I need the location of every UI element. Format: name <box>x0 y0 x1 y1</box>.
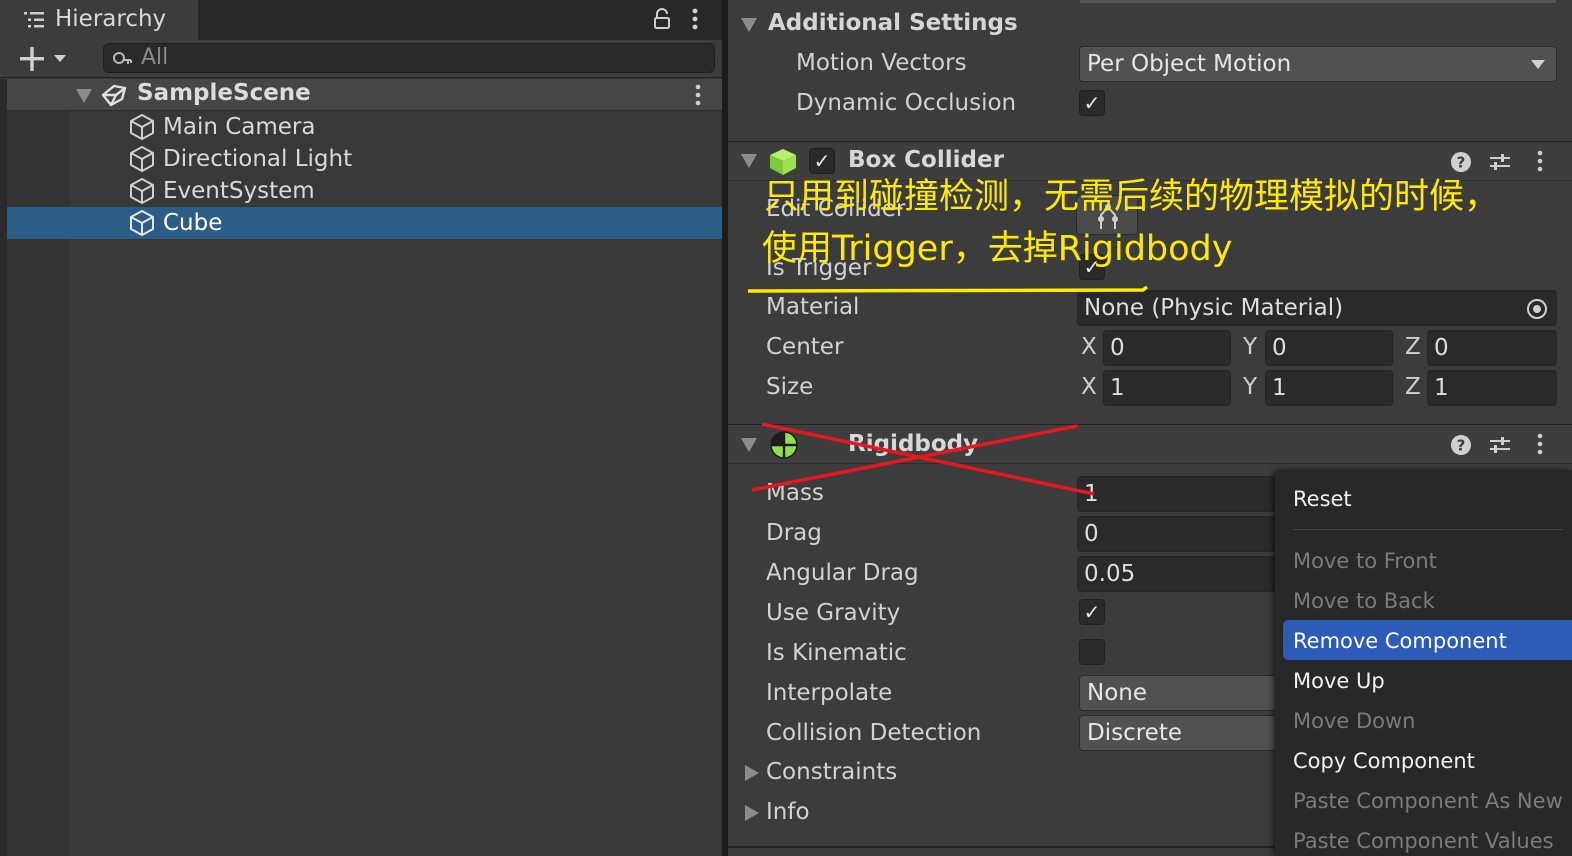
annotation-strike-1 <box>761 422 1095 496</box>
annotation-underline <box>747 285 1149 293</box>
annotation-overlay <box>747 285 1149 496</box>
